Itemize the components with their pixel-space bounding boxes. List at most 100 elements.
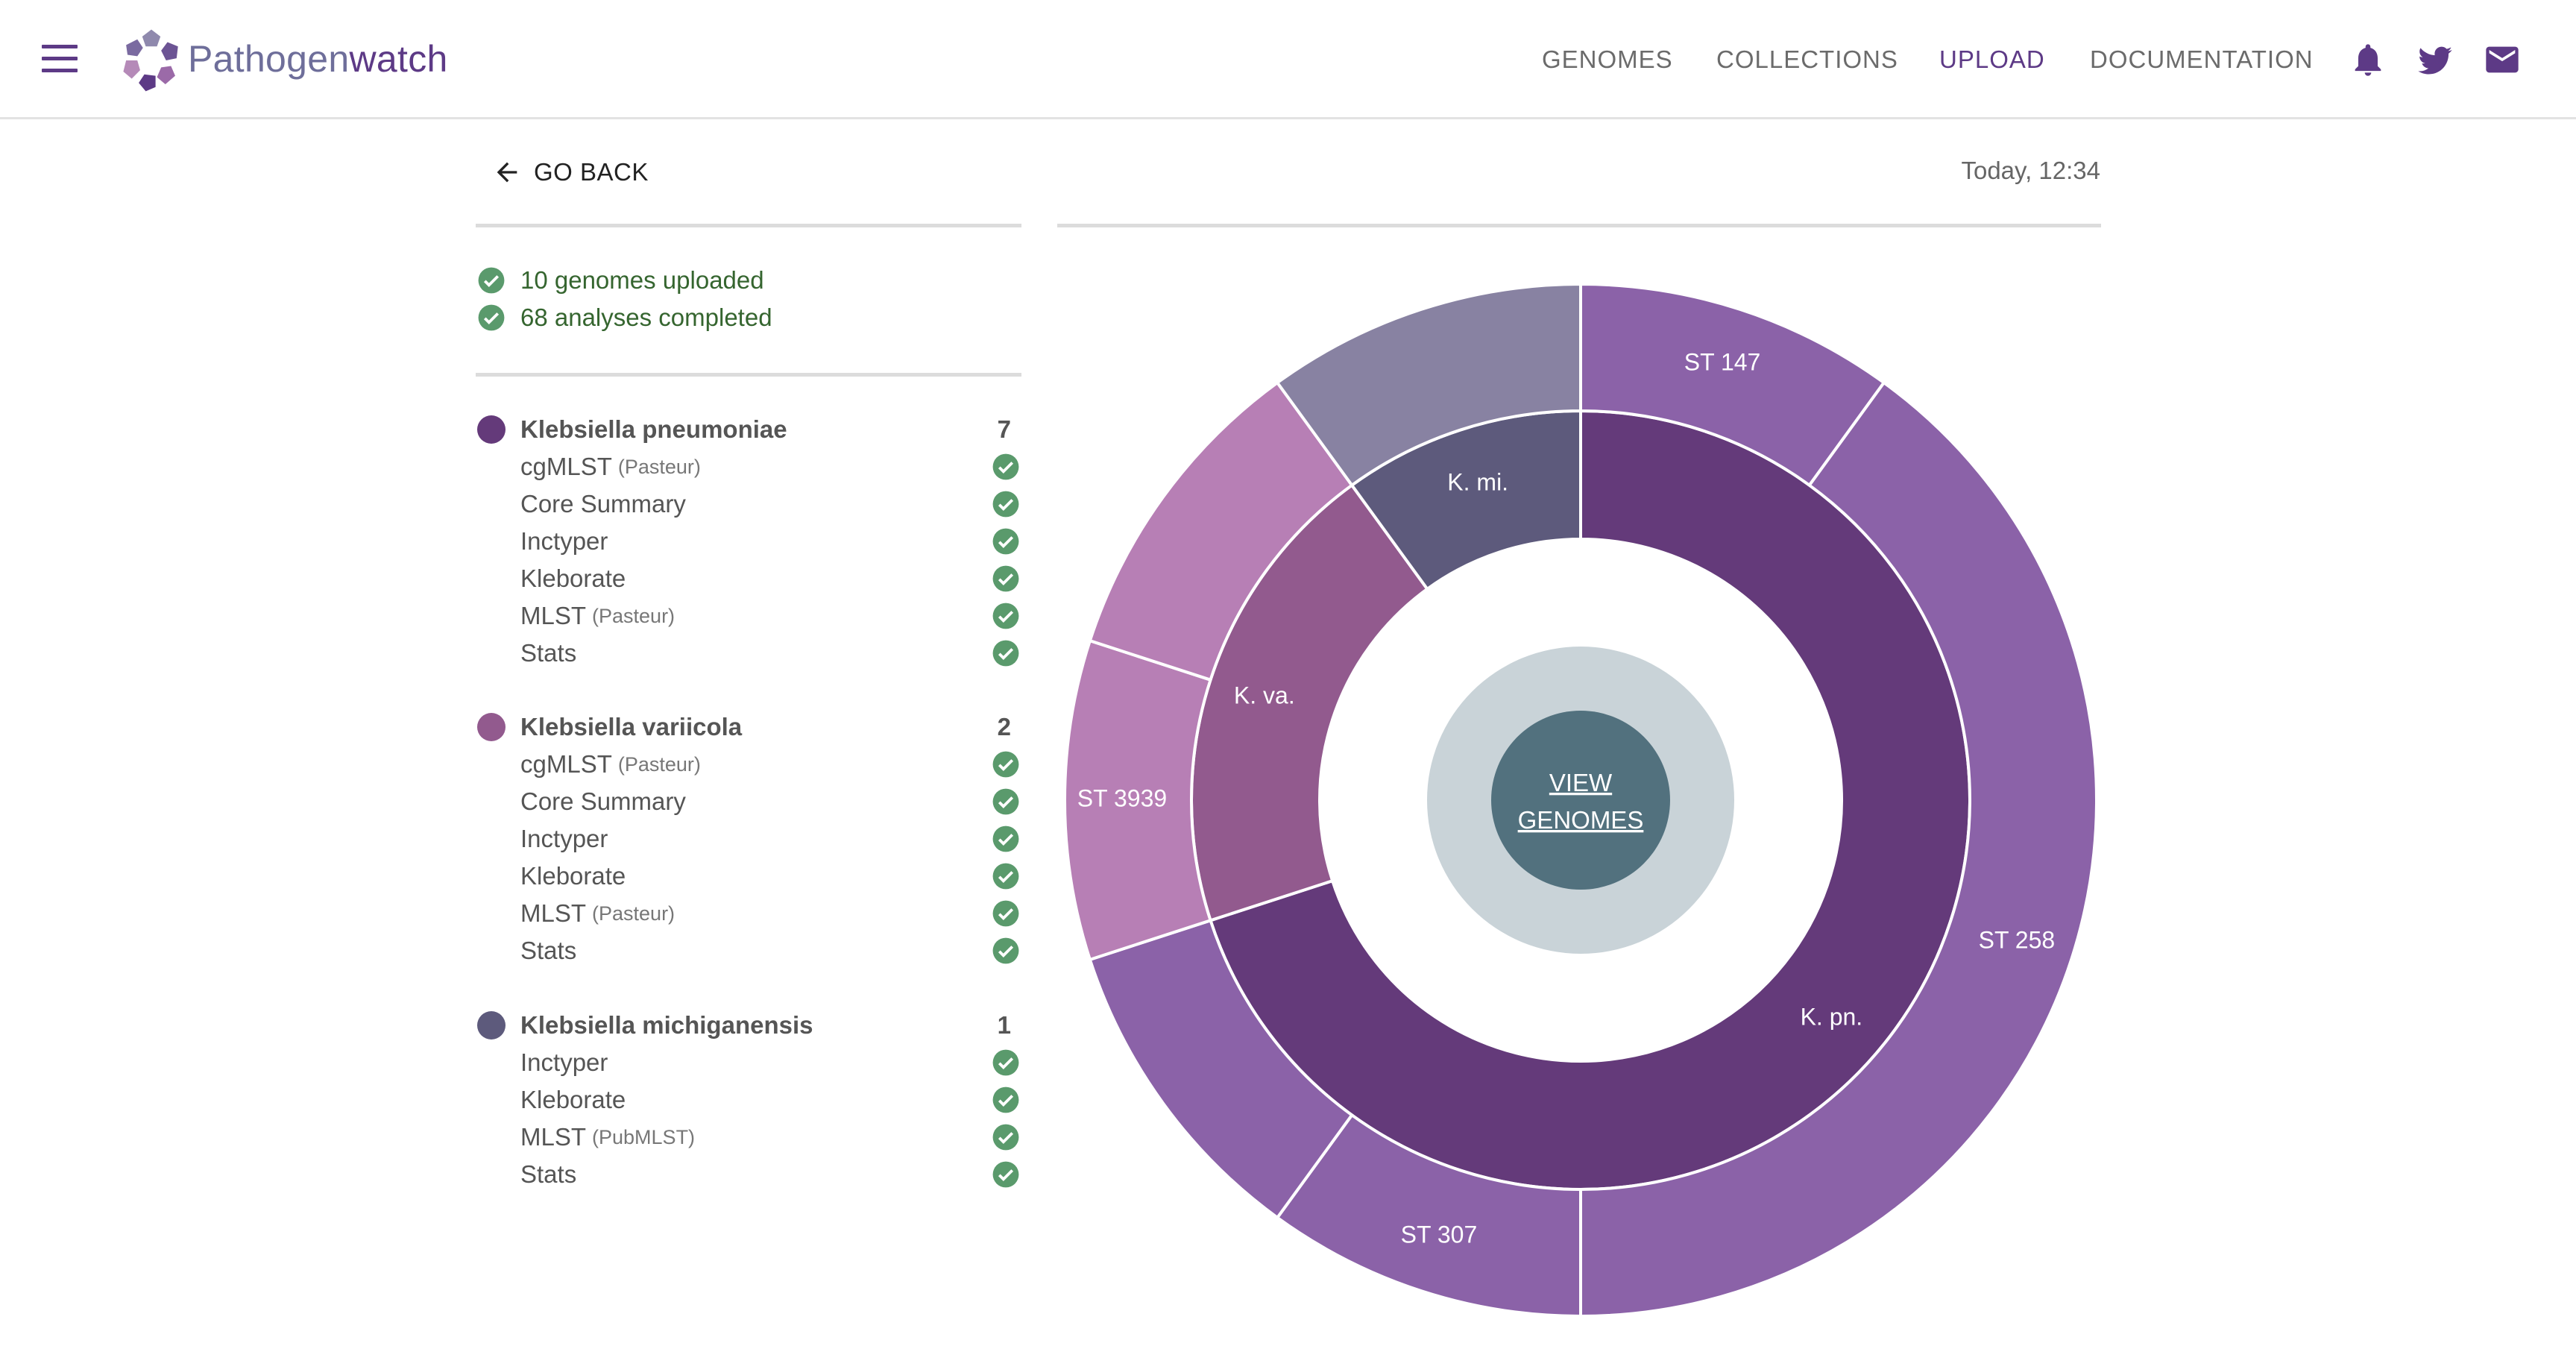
analysis-row: Inctyper (477, 523, 1021, 560)
analysis-scheme: (Pasteur) (592, 604, 676, 627)
view-genomes-line2[interactable]: GENOMES (1518, 806, 1644, 834)
analysis-name: Stats (520, 937, 577, 964)
species-name: Klebsiella michiganensis (520, 1011, 813, 1039)
species-name: Klebsiella variicola (520, 713, 743, 740)
analysis-row: Stats (477, 635, 1021, 672)
analysis-row: MLST (Pasteur) (477, 597, 1021, 635)
view-genomes-button[interactable] (1491, 711, 1670, 890)
menu-icon[interactable] (42, 45, 78, 75)
species-count: 2 (997, 713, 1011, 740)
summary-genomes: 10 genomes uploaded (477, 264, 764, 297)
species-header[interactable]: Klebsiella michiganensis 1 (477, 1007, 1021, 1044)
sunburst-st-label-st-258: ST 258 (1979, 926, 2056, 953)
analysis-row: Inctyper (477, 820, 1021, 858)
summary-analyses-text: 68 analyses completed (520, 304, 772, 331)
arrow-back-icon (497, 162, 517, 183)
go-back-label: GO BACK (534, 158, 649, 186)
upload-timestamp: Today, 12:34 (1961, 157, 2100, 184)
sunburst-species-label: K. pn. (1801, 1003, 1863, 1030)
summary-analyses: 68 analyses completed (477, 301, 772, 334)
analysis-name: MLST (520, 602, 587, 629)
species-header[interactable]: Klebsiella pneumoniae 7 (477, 411, 1021, 448)
analysis-name: Kleborate (520, 1086, 626, 1113)
analysis-row: Kleborate (477, 1081, 1021, 1119)
sunburst-st-label-st-3939: ST 3939 (1077, 784, 1167, 811)
analysis-row: Core Summary (477, 485, 1021, 523)
analysis-row: Kleborate (477, 560, 1021, 597)
sunburst-chart: K. pn. K. va. K. mi. ST 147 ST 258 ST 307 ST 3… (1063, 282, 2099, 1318)
check-circle-icon (992, 900, 1019, 927)
species-count: 7 (997, 415, 1011, 443)
species-group-k-pneumoniae: Klebsiella pneumoniae 7 cgMLST (Pasteur) … (477, 411, 1021, 672)
brand-part2: watch (349, 38, 448, 80)
check-circle-icon (992, 1086, 1019, 1113)
view-genomes-line1[interactable]: VIEW (1549, 769, 1613, 796)
analysis-row: MLST (PubMLST) (477, 1119, 1021, 1156)
analysis-name: Kleborate (520, 862, 626, 890)
bell-icon[interactable] (2349, 40, 2387, 79)
divider (1057, 224, 2101, 227)
analysis-row: cgMLST (Pasteur) (477, 448, 1021, 485)
analysis-row: Core Summary (477, 783, 1021, 820)
analysis-name: cgMLST (520, 453, 612, 480)
analysis-name: Inctyper (520, 1048, 608, 1076)
analysis-name: Kleborate (520, 564, 626, 592)
analysis-scheme: (Pasteur) (617, 752, 701, 776)
analysis-row: MLST (Pasteur) (477, 895, 1021, 932)
check-circle-icon (478, 267, 505, 294)
check-circle-icon (992, 1161, 1019, 1188)
species-color-dot (477, 415, 506, 444)
sunburst-st-label-st-307: ST 307 (1401, 1221, 1478, 1248)
check-circle-icon (992, 1124, 1019, 1151)
nav-upload[interactable]: UPLOAD (1939, 43, 2045, 76)
analysis-name: Stats (520, 1160, 577, 1188)
analysis-row: Kleborate (477, 858, 1021, 895)
twitter-icon[interactable] (2416, 40, 2454, 79)
species-color-dot (477, 713, 506, 741)
check-circle-icon (992, 491, 1019, 518)
analysis-name: Stats (520, 639, 577, 667)
app-header: Pathogenwatch GENOMES COLLECTIONS UPLOAD… (0, 0, 2576, 119)
divider (476, 224, 1021, 227)
analysis-name: Inctyper (520, 825, 608, 852)
species-count: 1 (997, 1011, 1011, 1039)
mail-icon[interactable] (2483, 40, 2522, 79)
go-back-button[interactable]: GO BACK (492, 154, 649, 191)
check-circle-icon (992, 825, 1019, 852)
species-group-k-michiganensis: Klebsiella michiganensis 1 Inctyper Kleb… (477, 1007, 1021, 1193)
analysis-scheme: (Pasteur) (617, 455, 701, 478)
analysis-name: Core Summary (520, 787, 686, 815)
analysis-row: Stats (477, 1156, 1021, 1193)
analysis-row: Inctyper (477, 1044, 1021, 1081)
summary-genomes-text: 10 genomes uploaded (520, 266, 764, 294)
analysis-scheme: (PubMLST) (592, 1125, 696, 1148)
analysis-name: cgMLST (520, 750, 612, 778)
check-circle-icon (992, 751, 1019, 778)
check-circle-icon (992, 565, 1019, 592)
nav-collections[interactable]: COLLECTIONS (1716, 43, 1898, 76)
analysis-scheme: (Pasteur) (592, 902, 676, 925)
check-circle-icon (992, 640, 1019, 667)
pathogenwatch-logo-icon[interactable] (116, 25, 186, 95)
check-circle-icon (992, 1049, 1019, 1076)
species-header[interactable]: Klebsiella variicola 2 (477, 708, 1021, 746)
sunburst-st-label-st-147: ST 147 (1684, 349, 1761, 376)
analysis-name: MLST (520, 899, 587, 927)
analysis-row: cgMLST (Pasteur) (477, 746, 1021, 783)
brand-name[interactable]: Pathogenwatch (188, 36, 448, 82)
analysis-name: MLST (520, 1123, 587, 1151)
check-circle-icon (992, 788, 1019, 815)
check-circle-icon (992, 603, 1019, 629)
sunburst-species-label: K. va. (1234, 682, 1295, 709)
sunburst-species-label: K. mi. (1447, 468, 1508, 495)
brand-part1: Pathogen (188, 38, 350, 80)
divider (476, 373, 1021, 377)
species-group-k-variicola: Klebsiella variicola 2 cgMLST (Pasteur) C… (477, 708, 1021, 969)
species-name: Klebsiella pneumoniae (520, 415, 787, 443)
nav-documentation[interactable]: DOCUMENTATION (2090, 43, 2314, 76)
check-circle-icon (478, 304, 505, 331)
check-circle-icon (992, 453, 1019, 480)
check-circle-icon (992, 528, 1019, 555)
nav-genomes[interactable]: GENOMES (1542, 43, 1673, 76)
species-color-dot (477, 1011, 506, 1040)
